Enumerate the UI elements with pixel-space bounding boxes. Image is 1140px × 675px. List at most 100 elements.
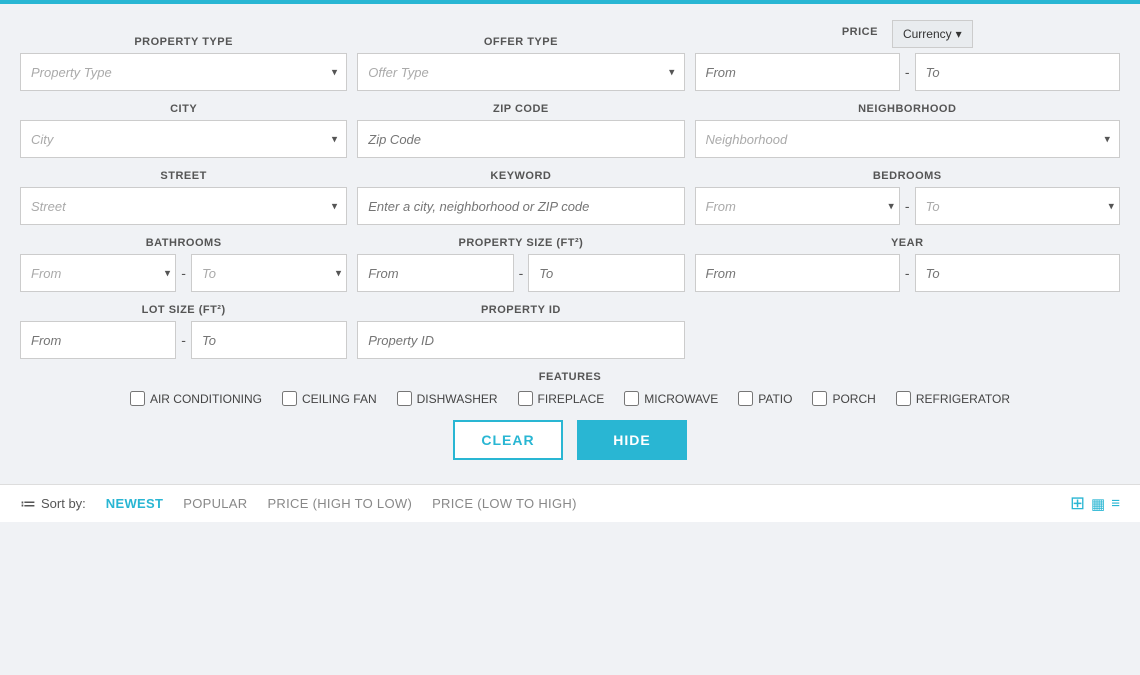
- feature-porch-checkbox[interactable]: [812, 391, 827, 406]
- features-label: FEATURES: [20, 371, 1120, 383]
- keyword-label: KEYWORD: [357, 170, 684, 182]
- currency-label: Currency: [903, 27, 952, 41]
- feature-patio-checkbox[interactable]: [738, 391, 753, 406]
- bedrooms-label: BEDROOMS: [695, 170, 1120, 182]
- street-group: STREET Street ▾: [20, 170, 347, 225]
- feature-porch[interactable]: PORCH: [812, 391, 875, 406]
- sort-newest[interactable]: NEWEST: [106, 496, 163, 511]
- sort-price-high-low[interactable]: PRICE (HIGH TO LOW): [267, 496, 412, 511]
- sort-popular[interactable]: POPULAR: [183, 496, 247, 511]
- zipcode-label: ZIP CODE: [357, 103, 684, 115]
- property-size-group: PROPERTY SIZE (FT²) -: [357, 237, 684, 292]
- street-wrapper: Street ▾: [20, 187, 347, 225]
- property-size-from-input[interactable]: [357, 254, 513, 292]
- sort-price-low-high[interactable]: PRICE (LOW TO HIGH): [432, 496, 577, 511]
- bathrooms-from-select[interactable]: From 12345+: [20, 254, 176, 292]
- filter-row-5: LOT SIZE (FT²) - PROPERTY ID: [20, 304, 1120, 359]
- lot-size-separator: -: [176, 332, 191, 348]
- price-separator: -: [900, 64, 915, 80]
- feature-porch-label: PORCH: [832, 392, 875, 406]
- bedrooms-from-select[interactable]: From 12345+: [695, 187, 900, 225]
- view-icons: ⊞ ▦ ≡: [1070, 493, 1120, 514]
- feature-dishwasher[interactable]: DISHWASHER: [397, 391, 498, 406]
- lot-size-range: -: [20, 321, 347, 359]
- property-size-to-input[interactable]: [528, 254, 684, 292]
- feature-air-conditioning[interactable]: AIR CONDITIONING: [130, 391, 262, 406]
- lot-size-from-input[interactable]: [20, 321, 176, 359]
- property-type-select[interactable]: Property Type House Apartment Condo Town…: [20, 53, 347, 91]
- property-size-label: PROPERTY SIZE (FT²): [357, 237, 684, 249]
- year-to-input[interactable]: [915, 254, 1120, 292]
- feature-patio[interactable]: PATIO: [738, 391, 792, 406]
- year-group: YEAR -: [695, 237, 1120, 292]
- feature-microwave-checkbox[interactable]: [624, 391, 639, 406]
- sort-icon: ≔: [20, 494, 36, 514]
- currency-button[interactable]: Currency ▾: [892, 20, 973, 48]
- bedrooms-to-select[interactable]: To 12345+: [915, 187, 1120, 225]
- bedrooms-separator: -: [900, 198, 915, 214]
- street-label: STREET: [20, 170, 347, 182]
- sort-bar: ≔ Sort by: NEWEST POPULAR PRICE (HIGH TO…: [0, 484, 1140, 522]
- price-from-input[interactable]: [695, 53, 900, 91]
- feature-dishwasher-label: DISHWASHER: [417, 392, 498, 406]
- feature-ceiling-fan-label: CEILING FAN: [302, 392, 377, 406]
- feature-fireplace-checkbox[interactable]: [518, 391, 533, 406]
- feature-fireplace[interactable]: FIREPLACE: [518, 391, 605, 406]
- lot-size-to-input[interactable]: [191, 321, 347, 359]
- bathrooms-label: BATHROOMS: [20, 237, 347, 249]
- sort-by-label: Sort by:: [41, 496, 86, 511]
- feature-refrigerator-label: REFRIGERATOR: [916, 392, 1010, 406]
- year-range: -: [695, 254, 1120, 292]
- bathrooms-to-select[interactable]: To 12345+: [191, 254, 347, 292]
- buttons-row: CLEAR HIDE: [20, 420, 1120, 460]
- lot-size-group: LOT SIZE (FT²) -: [20, 304, 347, 359]
- keyword-input[interactable]: [357, 187, 684, 225]
- clear-button[interactable]: CLEAR: [453, 420, 563, 460]
- bedrooms-to-wrapper: To 12345+ ▾: [915, 187, 1120, 225]
- filter-row-3: STREET Street ▾ KEYWORD BEDROOMS From 12…: [20, 170, 1120, 225]
- neighborhood-select[interactable]: Neighborhood: [695, 120, 1120, 158]
- price-range: -: [695, 53, 1120, 91]
- offer-type-group: OFFER TYPE Offer Type For Sale For Rent …: [357, 36, 684, 91]
- neighborhood-group: NEIGHBORHOOD Neighborhood ▾: [695, 103, 1120, 158]
- bathrooms-range: From 12345+ ▾ - To 12345+ ▾: [20, 254, 347, 292]
- property-type-group: PROPERTY TYPE Property Type House Apartm…: [20, 36, 347, 91]
- zipcode-group: ZIP CODE: [357, 103, 684, 158]
- feature-microwave[interactable]: MICROWAVE: [624, 391, 718, 406]
- city-select[interactable]: City: [20, 120, 347, 158]
- offer-type-wrapper: Offer Type For Sale For Rent ▾: [357, 53, 684, 91]
- feature-ceiling-fan[interactable]: CEILING FAN: [282, 391, 377, 406]
- price-group: PRICE Currency ▾ -: [695, 20, 1120, 91]
- bathrooms-separator: -: [176, 265, 191, 281]
- city-label: CITY: [20, 103, 347, 115]
- year-separator: -: [900, 265, 915, 281]
- lot-size-label: LOT SIZE (FT²): [20, 304, 347, 316]
- bathrooms-group: BATHROOMS From 12345+ ▾ - To 12345+ ▾: [20, 237, 347, 292]
- price-to-input[interactable]: [915, 53, 1120, 91]
- feature-fireplace-label: FIREPLACE: [538, 392, 605, 406]
- property-type-wrapper: Property Type House Apartment Condo Town…: [20, 53, 347, 91]
- zipcode-input[interactable]: [357, 120, 684, 158]
- street-select[interactable]: Street: [20, 187, 347, 225]
- feature-ceiling-fan-checkbox[interactable]: [282, 391, 297, 406]
- filter-row-2: CITY City ▾ ZIP CODE NEIGHBORHOOD Neighb…: [20, 103, 1120, 158]
- list-icon[interactable]: ≡: [1111, 495, 1120, 512]
- filter-row-4: BATHROOMS From 12345+ ▾ - To 12345+ ▾: [20, 237, 1120, 292]
- offer-type-select[interactable]: Offer Type For Sale For Rent: [357, 53, 684, 91]
- price-label: PRICE: [842, 26, 878, 38]
- feature-refrigerator[interactable]: REFRIGERATOR: [896, 391, 1010, 406]
- grid-large-icon[interactable]: ⊞: [1070, 493, 1085, 514]
- grid-small-icon[interactable]: ▦: [1091, 495, 1105, 513]
- feature-air-conditioning-checkbox[interactable]: [130, 391, 145, 406]
- features-list: AIR CONDITIONING CEILING FAN DISHWASHER …: [20, 391, 1120, 406]
- feature-refrigerator-checkbox[interactable]: [896, 391, 911, 406]
- price-header: PRICE Currency ▾: [695, 20, 1120, 48]
- feature-dishwasher-checkbox[interactable]: [397, 391, 412, 406]
- bathrooms-to-wrapper: To 12345+ ▾: [191, 254, 347, 292]
- hide-button[interactable]: HIDE: [577, 420, 687, 460]
- keyword-group: KEYWORD: [357, 170, 684, 225]
- year-from-input[interactable]: [695, 254, 900, 292]
- filter-row-1: PROPERTY TYPE Property Type House Apartm…: [20, 20, 1120, 91]
- neighborhood-wrapper: Neighborhood ▾: [695, 120, 1120, 158]
- property-id-input[interactable]: [357, 321, 684, 359]
